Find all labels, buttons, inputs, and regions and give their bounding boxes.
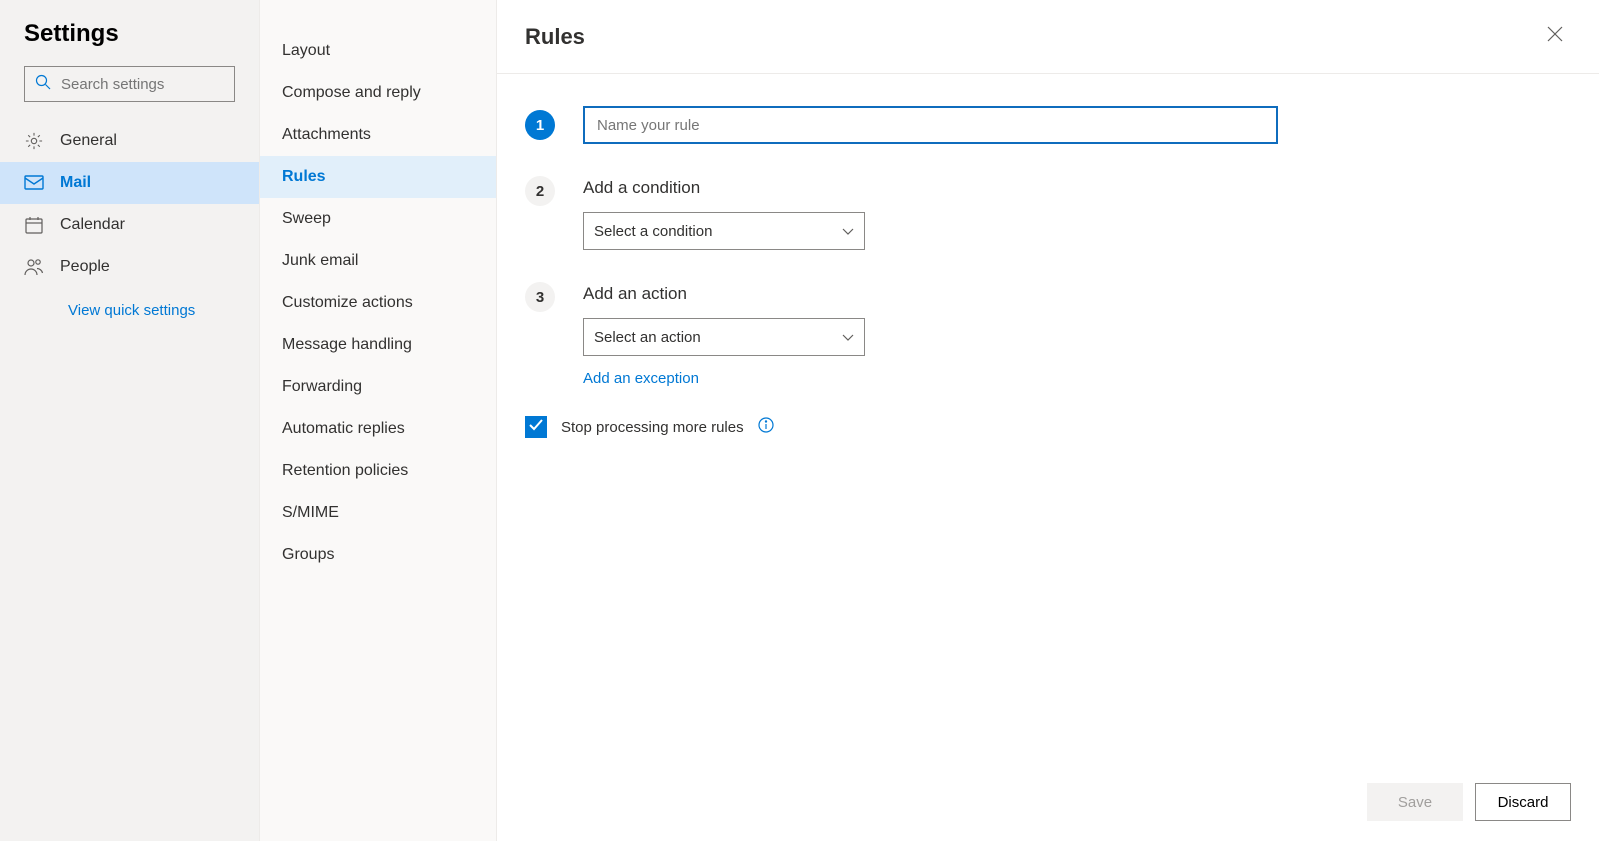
midbar-item-compose[interactable]: Compose and reply <box>260 72 496 114</box>
stop-processing-checkbox[interactable] <box>525 416 547 438</box>
sidebar-item-label: Calendar <box>60 216 125 234</box>
midbar-item-groups[interactable]: Groups <box>260 534 496 576</box>
midbar-item-message-handling[interactable]: Message handling <box>260 324 496 366</box>
info-icon[interactable] <box>758 417 774 438</box>
mail-settings-list: Layout Compose and reply Attachments Rul… <box>260 0 497 841</box>
search-input[interactable] <box>59 75 224 94</box>
midbar-item-layout[interactable]: Layout <box>260 30 496 72</box>
search-settings-box[interactable] <box>24 66 235 102</box>
midbar-item-retention[interactable]: Retention policies <box>260 450 496 492</box>
close-button[interactable] <box>1539 21 1571 53</box>
midbar-item-forwarding[interactable]: Forwarding <box>260 366 496 408</box>
stop-processing-row: Stop processing more rules <box>525 416 1571 438</box>
chevron-down-icon <box>842 329 854 346</box>
check-icon <box>529 418 543 436</box>
step-number-2: 2 <box>525 176 555 206</box>
step-name-rule: 1 <box>525 106 1571 144</box>
step-add-condition: 2 Add a condition Select a condition <box>525 172 1571 250</box>
condition-dropdown[interactable]: Select a condition <box>583 212 865 250</box>
settings-sidebar: Settings General Mail Calendar People Vi… <box>0 0 260 841</box>
midbar-item-attachments[interactable]: Attachments <box>260 114 496 156</box>
rules-panel: Rules 1 2 Add a condition Select a condi… <box>497 0 1599 841</box>
midbar-item-sweep[interactable]: Sweep <box>260 198 496 240</box>
rule-name-input[interactable] <box>583 106 1278 144</box>
step-number-1: 1 <box>525 110 555 140</box>
sidebar-item-people[interactable]: People <box>0 246 259 288</box>
mail-icon <box>24 173 44 193</box>
footer-buttons: Save Discard <box>1367 783 1571 821</box>
people-icon <box>24 257 44 277</box>
add-exception-link[interactable]: Add an exception <box>583 370 699 387</box>
search-icon <box>35 74 59 95</box>
close-icon <box>1547 26 1563 47</box>
step-add-action: 3 Add an action Select an action Add an … <box>525 278 1571 388</box>
action-dropdown[interactable]: Select an action <box>583 318 865 356</box>
midbar-item-junk[interactable]: Junk email <box>260 240 496 282</box>
save-button[interactable]: Save <box>1367 783 1463 821</box>
midbar-item-automatic-replies[interactable]: Automatic replies <box>260 408 496 450</box>
stop-processing-label: Stop processing more rules <box>561 419 744 436</box>
gear-icon <box>24 131 44 151</box>
sidebar-item-label: General <box>60 132 117 150</box>
midbar-item-rules[interactable]: Rules <box>260 156 496 198</box>
view-quick-settings-link[interactable]: View quick settings <box>68 302 259 319</box>
dropdown-value: Select an action <box>594 329 701 346</box>
midbar-item-smime[interactable]: S/MIME <box>260 492 496 534</box>
sidebar-item-mail[interactable]: Mail <box>0 162 259 204</box>
dropdown-value: Select a condition <box>594 223 712 240</box>
sidebar-item-label: People <box>60 258 110 276</box>
sidebar-item-calendar[interactable]: Calendar <box>0 204 259 246</box>
settings-title: Settings <box>24 20 259 48</box>
sidebar-item-general[interactable]: General <box>0 120 259 162</box>
discard-button[interactable]: Discard <box>1475 783 1571 821</box>
step-title-action: Add an action <box>583 284 1283 304</box>
sidebar-item-label: Mail <box>60 174 91 192</box>
calendar-icon <box>24 215 44 235</box>
chevron-down-icon <box>842 223 854 240</box>
page-title: Rules <box>525 24 585 50</box>
midbar-item-customize[interactable]: Customize actions <box>260 282 496 324</box>
step-title-condition: Add a condition <box>583 178 1283 198</box>
step-number-3: 3 <box>525 282 555 312</box>
